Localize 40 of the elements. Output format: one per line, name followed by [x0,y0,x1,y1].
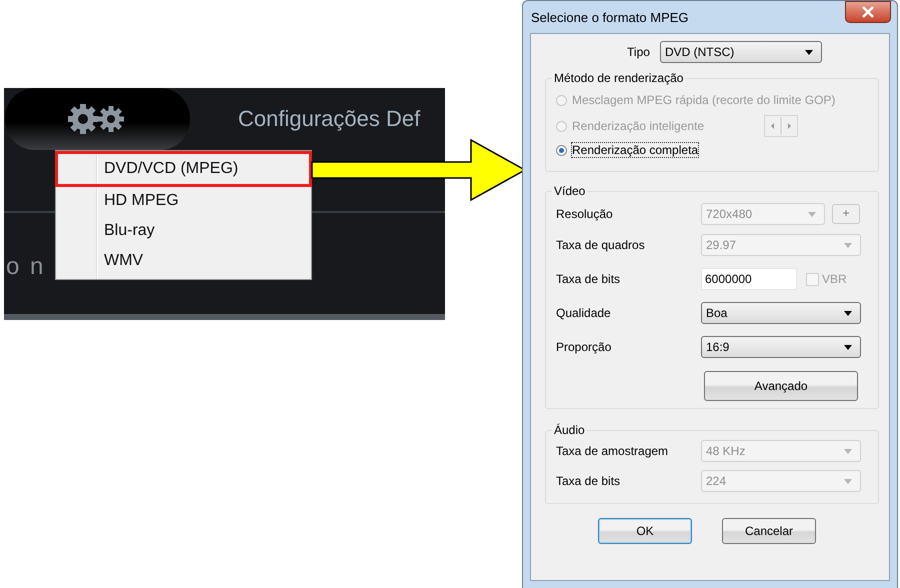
type-label: Tipo [627,45,650,59]
radio-button[interactable] [556,144,567,156]
caret-icon [804,50,813,54]
group-title: Vídeo [553,184,586,198]
radio-label: Renderização completa [572,143,698,157]
ok-button[interactable]: OK [598,518,692,544]
menu-item[interactable]: WMV [56,246,311,276]
group-title: Áudio [553,423,586,437]
field-label: Taxa de bits [556,474,622,488]
group-title: Método de renderização [553,71,684,85]
close-button[interactable] [845,1,891,23]
checkbox-label: VBR [822,272,847,286]
advanced-button[interactable]: Avançado [704,371,858,401]
type-dropdown[interactable]: DVD (NTSC) [660,41,822,63]
caret-icon [844,448,852,454]
field-label: Taxa de bits [556,272,622,286]
caret-icon [844,344,852,350]
cancel-button[interactable]: Cancelar [722,518,816,544]
menu-item[interactable]: Blu-ray [56,216,311,246]
menu-item[interactable]: DVD/VCD (MPEG) [56,152,311,186]
partial-text: o n [6,253,46,281]
field-label: Proporção [556,340,612,354]
radio-label: Renderização inteligente [572,119,704,133]
caret-icon [808,212,816,216]
caret-icon [844,242,852,248]
close-icon [861,6,875,18]
dropdown[interactable]: Boa [701,302,861,324]
dropdown[interactable]: 16:9 [701,336,861,358]
field-label: Taxa de amostragem [556,444,670,458]
field-label: Resolução [556,207,614,221]
menu-item[interactable]: HD MPEG [56,186,311,216]
settings-heading: Configurações Def [238,106,420,132]
radio-label: Mesclagem MPEG rápida (recorte do limite GOP) [572,93,836,107]
window-title: Selecione o formato MPEG [531,10,689,24]
caret-icon [844,310,852,316]
settings-tab[interactable] [5,88,190,150]
field-label: Qualidade [556,306,612,320]
input-field[interactable]: 6000000 [701,268,797,290]
caret-icon [844,478,852,484]
field-label: Taxa de quadros [556,238,646,252]
